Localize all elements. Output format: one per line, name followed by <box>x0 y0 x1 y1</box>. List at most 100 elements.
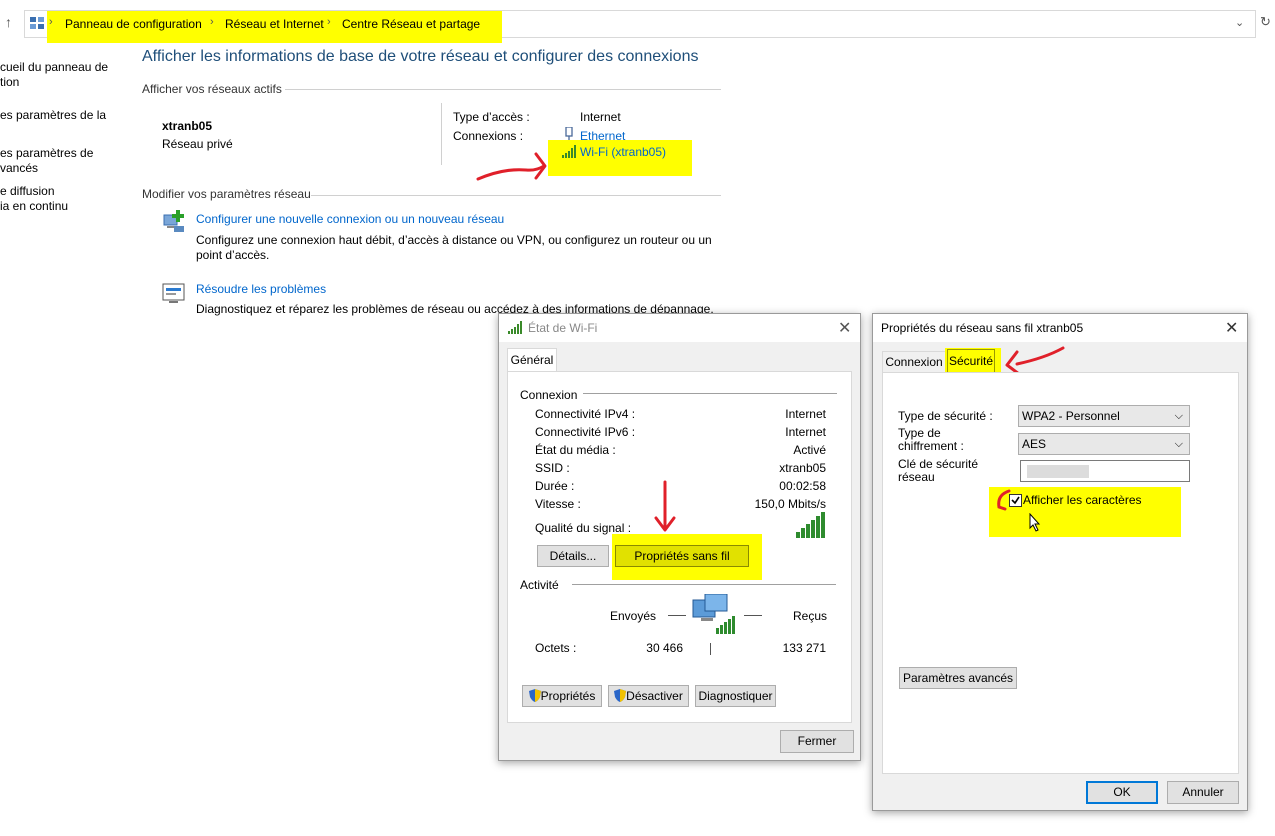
media-state-value: Activé <box>793 443 826 457</box>
shield-icon <box>614 689 627 702</box>
details-button[interactable]: Détails... <box>537 545 609 567</box>
tab-connection[interactable]: Connexion <box>882 351 946 373</box>
bytes-received-value: 133 271 <box>782 641 826 655</box>
divider <box>441 103 442 165</box>
troubleshoot-icon <box>162 283 185 303</box>
close-button[interactable]: Fermer <box>780 730 854 753</box>
divider <box>572 584 836 585</box>
address-bar[interactable]: › Panneau de configuration › Réseau et I… <box>24 10 1256 43</box>
blurred-key <box>1027 465 1089 478</box>
sidebar-item-adapter-settings[interactable]: es paramètres de la <box>0 108 106 123</box>
signal-quality-label: Qualité du signal : <box>535 521 632 535</box>
diagnose-button[interactable]: Diagnostiquer <box>695 685 776 707</box>
modify-settings-label: Modifier vos paramètres réseau <box>142 187 311 201</box>
breadcrumb-separator-icon: › <box>327 16 331 28</box>
network-type-link[interactable]: Réseau privé <box>162 137 233 151</box>
wifi-signal-icon <box>508 321 522 334</box>
ssid-value: xtranb05 <box>779 461 826 475</box>
sidebar-item-home[interactable]: cueil du panneau de tion <box>0 60 108 90</box>
sidebar-item-media-streaming[interactable]: e diffusion ia en continu <box>0 184 68 214</box>
media-state-label: État du média : <box>535 443 616 457</box>
control-panel-icon <box>30 17 44 29</box>
annotation-arrow-icon <box>476 152 547 181</box>
speed-value: 150,0 Mbits/s <box>754 497 826 511</box>
show-characters-label: Afficher les caractères <box>1023 493 1142 507</box>
tab-security[interactable]: Sécurité <box>947 349 995 373</box>
setup-new-connection-link[interactable]: Configurer une nouvelle connexion ou un … <box>196 212 504 226</box>
annotation-arrow-icon <box>997 489 1011 511</box>
cursor-icon <box>1029 513 1041 532</box>
sidebar-item-advanced-settings[interactable]: es paramètres de vancés <box>0 146 93 176</box>
encryption-type-label: Type de chiffrement : <box>898 426 964 453</box>
properties-button[interactable]: Propriétés <box>522 685 602 707</box>
received-label: Reçus <box>793 609 828 623</box>
divider <box>744 615 762 616</box>
active-networks-label: Afficher vos réseaux actifs <box>142 82 282 96</box>
annotation-arrow-icon <box>654 480 676 532</box>
connections-label: Connexions : <box>453 129 524 143</box>
troubleshoot-link[interactable]: Résoudre les problèmes <box>196 282 326 296</box>
tab-panel: Type de sécurité : WPA2 - Personnel ⌵ Ty… <box>882 372 1239 774</box>
network-name: xtranb05 <box>162 119 213 133</box>
close-icon[interactable]: ✕ <box>1225 318 1238 338</box>
divider <box>710 643 711 655</box>
speed-label: Vitesse : <box>535 497 581 511</box>
divider <box>668 615 686 616</box>
security-type-value: WPA2 - Personnel <box>1022 409 1120 423</box>
tab-general[interactable]: Général <box>507 348 557 372</box>
dialog-titlebar: État de Wi-Fi ✕ <box>499 314 860 342</box>
chevron-down-icon: ⌵ <box>1174 438 1183 450</box>
ipv4-label: Connectivité IPv4 : <box>535 407 636 421</box>
disable-button-label: Désactiver <box>626 689 683 703</box>
duration-label: Durée : <box>535 479 575 493</box>
close-icon[interactable]: ✕ <box>838 318 851 338</box>
breadcrumb-separator-icon: › <box>210 16 214 28</box>
properties-button-label: Propriétés <box>540 689 596 703</box>
network-key-label: Clé de sécurité réseau <box>898 457 979 484</box>
wireless-properties-dialog: Propriétés du réseau sans fil xtranb05 ✕… <box>872 313 1248 811</box>
wifi-signal-icon <box>562 145 576 158</box>
advanced-settings-button[interactable]: Paramètres avancés <box>899 667 1017 689</box>
ipv6-label: Connectivité IPv6 : <box>535 425 636 439</box>
duration-value: 00:02:58 <box>779 479 826 493</box>
refresh-icon[interactable]: ↻ <box>1260 14 1271 30</box>
ssid-label: SSID : <box>535 461 570 475</box>
sent-label: Envoyés <box>610 609 657 623</box>
setup-new-connection-desc: Configurez une connexion haut débit, d’a… <box>196 233 712 247</box>
address-bar-region: ↑ › Panneau de configuration › Réseau et… <box>0 0 1275 44</box>
wireless-properties-button[interactable]: Propriétés sans fil <box>615 545 749 567</box>
network-key-input[interactable] <box>1020 460 1190 482</box>
dialog-title: Propriétés du réseau sans fil xtranb05 <box>881 321 1084 335</box>
access-type-label: Type d’accès : <box>453 110 530 124</box>
bytes-label: Octets : <box>535 641 577 655</box>
access-type-value: Internet <box>580 110 621 124</box>
security-type-select[interactable]: WPA2 - Personnel ⌵ <box>1018 405 1190 427</box>
tab-panel: Connexion Connectivité IPv4 : Internet C… <box>507 371 852 723</box>
up-arrow-icon[interactable]: ↑ <box>5 14 12 30</box>
security-type-label: Type de sécurité : <box>898 409 993 423</box>
ok-button[interactable]: OK <box>1086 781 1158 804</box>
breadcrumb-network-internet[interactable]: Réseau et Internet <box>225 17 324 31</box>
wifi-status-dialog: État de Wi-Fi ✕ Général Connexion Connec… <box>498 313 861 761</box>
bytes-sent-value: 30 466 <box>646 641 683 655</box>
network-computers-icon <box>692 594 735 634</box>
breadcrumb-control-panel[interactable]: Panneau de configuration <box>65 17 202 31</box>
encryption-type-select[interactable]: AES ⌵ <box>1018 433 1190 455</box>
encryption-type-value: AES <box>1022 437 1047 451</box>
cancel-button[interactable]: Annuler <box>1167 781 1239 804</box>
wifi-connection-link[interactable]: Wi-Fi (xtranb05) <box>580 145 666 159</box>
dialog-titlebar: Propriétés du réseau sans fil xtranb05 ✕ <box>873 314 1247 342</box>
ethernet-icon <box>565 127 573 141</box>
divider <box>311 195 721 196</box>
breadcrumb-separator-icon: › <box>49 16 53 28</box>
ipv4-value: Internet <box>785 407 826 421</box>
chevron-down-icon[interactable]: ⌄ <box>1235 16 1244 29</box>
disable-button[interactable]: Désactiver <box>608 685 689 707</box>
connection-group-label: Connexion <box>520 388 578 402</box>
chevron-down-icon: ⌵ <box>1174 410 1183 422</box>
dialog-title: État de Wi-Fi <box>528 321 598 335</box>
setup-new-connection-desc-2: point d’accès. <box>196 248 270 262</box>
activity-group-label: Activité <box>520 578 559 592</box>
signal-strength-icon <box>796 512 825 538</box>
breadcrumb-network-sharing-center[interactable]: Centre Réseau et partage <box>342 17 480 31</box>
